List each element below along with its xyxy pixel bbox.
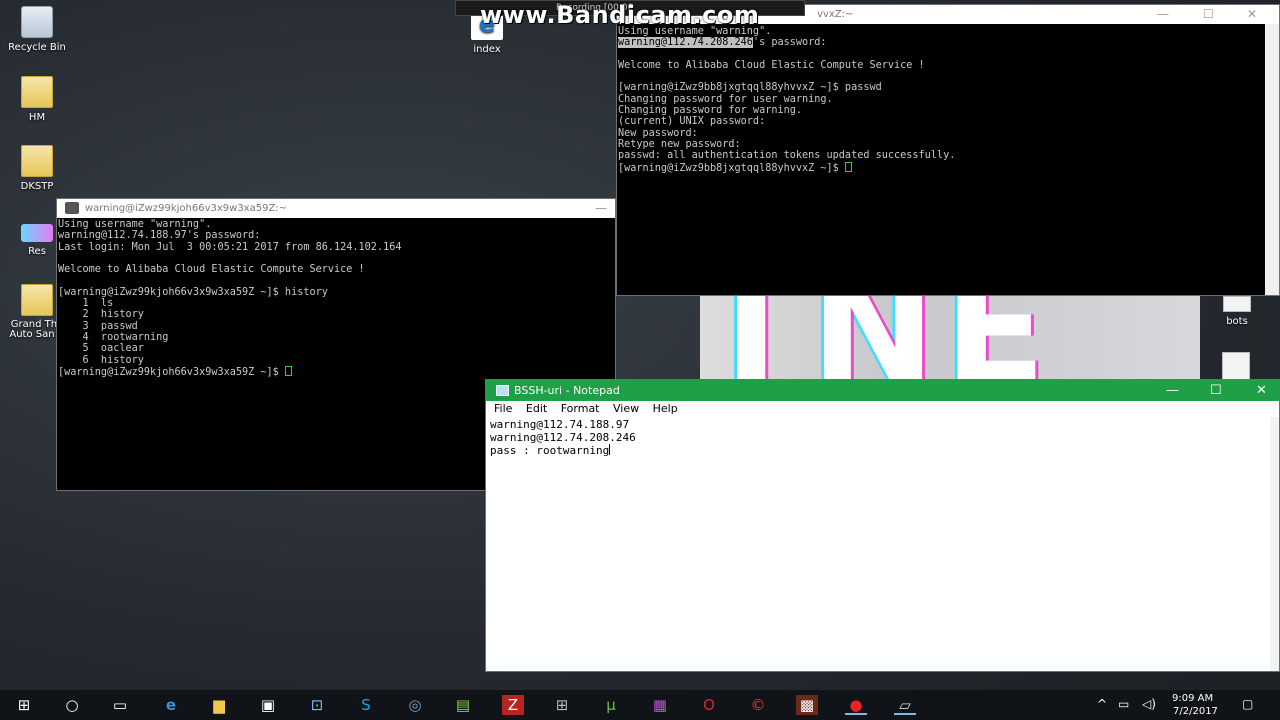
clock-time[interactable]: 9:09 AM [1172,693,1213,704]
task-view-icon[interactable]: ▭ [109,695,131,715]
menu-edit[interactable]: Edit [526,402,547,415]
putty-icon [65,202,79,214]
desktop-icon-label: Res [28,246,46,257]
terminal-output[interactable]: Using username "warning". warning@112.74… [57,218,615,378]
bandicam-icon[interactable]: ● [845,695,867,715]
terminal-title-bar[interactable]: warning@iZwz99kjoh66v3x9w3xa59Z:~ — [57,199,615,218]
scrollbar[interactable] [1265,24,1279,295]
desktop-icon-label: HM [28,112,46,123]
text-caret [609,444,611,456]
taskbar: ⊞ ○ ▭ e ▆ ▣ ⊡ S ◎ ▤ Z ⊞ µ ▦ O © ▩ ● ▱ ^ … [0,690,1280,720]
volume-icon[interactable]: ◁) [1142,697,1156,711]
desktop-icon-recycle-bin[interactable]: Recycle Bin [0,6,74,53]
scrollbar[interactable] [1270,417,1279,671]
menu-help[interactable]: Help [653,402,678,415]
filezilla-icon[interactable]: Z [502,695,524,715]
folder-icon [21,145,53,177]
clock-date[interactable]: 7/2/2017 [1173,706,1218,717]
skype-icon[interactable]: S [355,695,377,715]
utorrent-icon[interactable]: µ [600,695,622,715]
menu-file[interactable]: File [494,402,512,415]
desktop-icon-label: bots [1226,316,1248,327]
opera-icon[interactable]: O [698,695,720,715]
document-icon[interactable] [1222,352,1250,380]
close-button[interactable]: ✕ [1256,380,1267,401]
notification-icon[interactable]: ▢ [1242,697,1253,711]
terminal-cursor [284,365,292,376]
show-hidden-icons[interactable]: ^ [1097,697,1107,711]
notepad-window[interactable]: BSSH-uri - Notepad — ☐ ✕ File Edit Forma… [485,379,1280,672]
selected-text: warning@112.74.208.246 [618,37,753,49]
terminal-window-right[interactable]: vvxZ:~ — ☐ ✕ Using username "warning". w… [616,4,1280,296]
terminal-output[interactable]: Using username "warning". warning@112.74… [617,24,1279,174]
minimize-button[interactable]: — [1166,380,1179,401]
minimize-button[interactable]: — [595,199,607,218]
menu-format[interactable]: Format [561,402,600,415]
file-explorer-icon[interactable]: ▆ [208,695,230,715]
desktop-icon-label: Recycle Bin [8,42,66,53]
putty-gen-icon[interactable]: ⊞ [551,695,573,715]
wallpaper-art: TNE [700,296,1200,380]
cortana-icon[interactable]: ○ [61,695,83,715]
app-icon [21,224,53,242]
minimize-button[interactable]: — [1157,5,1169,24]
bandicam-watermark: www.Bandicam.com [480,1,760,29]
terminal-title: warning@iZwz99kjoh66v3x9w3xa59Z:~ [85,203,288,214]
desktop-icon-bots[interactable]: bots [1200,296,1274,327]
desktop-icon-label: DKSTP [20,181,54,192]
winrar-icon[interactable]: ▦ [649,695,671,715]
notepad-plus-icon[interactable]: ▤ [452,695,474,715]
document-icon [1223,296,1251,312]
close-button[interactable]: ✕ [1247,5,1257,24]
edge-icon[interactable]: e [160,695,182,715]
network-tool-icon[interactable]: ⊡ [306,695,328,715]
desktop-icon-hm[interactable]: HM [0,76,74,123]
store-icon[interactable]: ▣ [257,695,279,715]
folder-icon [21,284,53,316]
maximize-button[interactable]: ☐ [1203,5,1214,24]
network-icon[interactable]: ▭ [1118,697,1129,711]
notepad-icon [496,385,509,396]
notepad-text-area[interactable]: warning@112.74.188.97 warning@112.74.208… [486,417,1279,460]
menu-view[interactable]: View [613,402,639,415]
start-button[interactable]: ⊞ [13,695,35,715]
terminal-cursor [844,161,852,172]
folder-icon [21,76,53,108]
maximize-button[interactable]: ☐ [1210,380,1222,401]
steam-icon[interactable]: ◎ [404,695,426,715]
ccleaner-icon[interactable]: © [747,695,769,715]
notepad-taskbar-icon[interactable]: ▱ [894,695,916,715]
desktop-icon-label: index [473,44,501,55]
notepad-title-bar[interactable]: BSSH-uri - Notepad — ☐ ✕ [486,380,1279,401]
notepad-menu-bar: File Edit Format View Help [486,401,1279,417]
desktop-icon-dkstp[interactable]: DKSTP [0,145,74,192]
notepad-title: BSSH-uri - Notepad [514,384,620,397]
game-icon[interactable]: ▩ [796,695,818,715]
recycle-bin-icon [21,6,53,38]
terminal-title: vvxZ:~ [817,9,854,20]
